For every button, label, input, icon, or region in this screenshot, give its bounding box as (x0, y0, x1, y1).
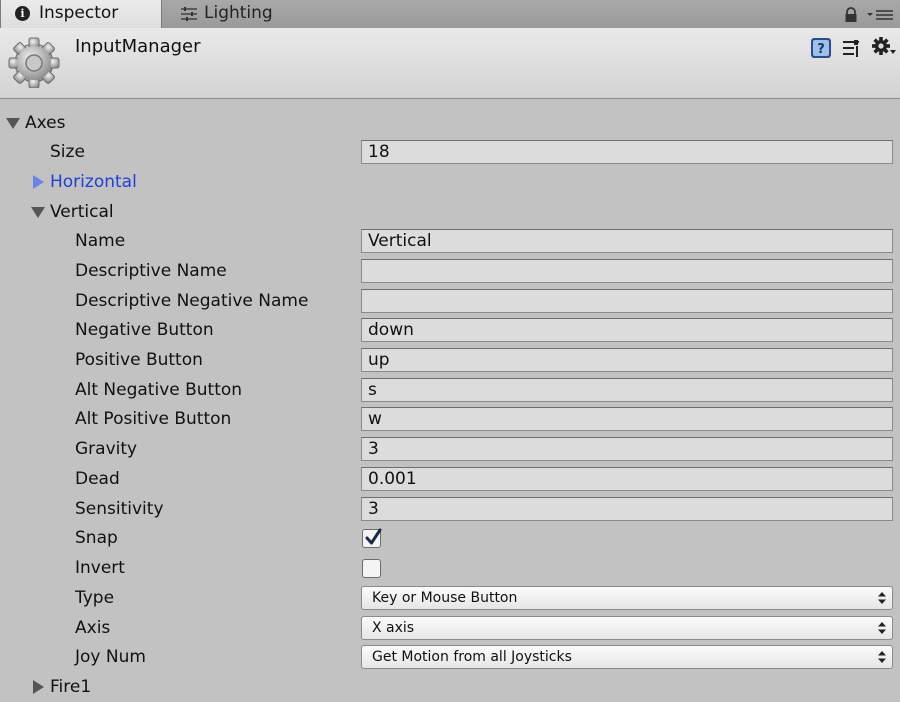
alt-negative-button-label: Alt Negative Button (75, 380, 243, 400)
joy-num-label: Joy Num (75, 647, 146, 667)
vertical-foldout[interactable]: Vertical (0, 197, 900, 227)
type-dropdown[interactable]: Key or Mouse Button (361, 586, 893, 610)
tab-inspector[interactable]: i Inspector (0, 0, 162, 28)
object-title: InputManager (75, 36, 201, 57)
type-label: Type (75, 588, 115, 608)
alt-positive-button-label: Alt Positive Button (75, 409, 232, 429)
gravity-label: Gravity (75, 439, 138, 459)
descriptive-negative-name-label: Descriptive Negative Name (75, 291, 309, 311)
tab-menu-icon[interactable] (866, 8, 894, 22)
negative-button-row: Negative Button down (0, 315, 900, 345)
info-icon: i (15, 6, 30, 21)
axis-dropdown-value: X axis (372, 620, 415, 636)
negative-button-label: Negative Button (75, 320, 214, 340)
inspector-header: InputManager ? (0, 28, 900, 99)
joy-num-row: Joy Num Get Motion from all Joysticks (0, 642, 900, 672)
checkmark-icon (365, 528, 382, 545)
foldout-arrow-icon[interactable] (33, 175, 44, 189)
dropdown-arrows-icon (878, 622, 886, 634)
alt-positive-button-row: Alt Positive Button w (0, 404, 900, 434)
foldout-arrow-icon[interactable] (31, 207, 45, 218)
axis-label: Axis (75, 618, 111, 638)
name-input[interactable]: Vertical (361, 229, 893, 253)
axes-label: Axes (25, 113, 66, 133)
horizontal-label: Horizontal (50, 172, 137, 192)
dead-label: Dead (75, 469, 120, 489)
snap-label: Snap (75, 528, 118, 548)
alt-negative-button-input[interactable]: s (361, 378, 893, 402)
axis-dropdown[interactable]: X axis (361, 616, 893, 640)
size-label: Size (50, 142, 85, 162)
dead-row: Dead 0.001 (0, 464, 900, 494)
tab-lighting-label: Lighting (204, 3, 273, 23)
joy-num-dropdown[interactable]: Get Motion from all Joysticks (361, 645, 893, 669)
gravity-row: Gravity 3 (0, 434, 900, 464)
joy-num-dropdown-value: Get Motion from all Joysticks (372, 649, 572, 665)
gravity-input[interactable]: 3 (361, 437, 893, 461)
tab-lighting[interactable]: Lighting (162, 0, 292, 27)
positive-button-input[interactable]: up (361, 348, 893, 372)
fire1-foldout[interactable]: Fire1 (0, 672, 900, 702)
alt-negative-button-row: Alt Negative Button s (0, 375, 900, 405)
positive-button-row: Positive Button up (0, 345, 900, 375)
foldout-arrow-icon[interactable] (33, 680, 44, 694)
help-icon[interactable]: ? (810, 37, 832, 59)
axes-foldout[interactable]: Axes (0, 108, 900, 138)
tab-inspector-label: Inspector (39, 3, 119, 23)
size-row: Size 18 (0, 137, 900, 167)
sensitivity-row: Sensitivity 3 (0, 494, 900, 524)
snap-row: Snap (0, 523, 900, 553)
positive-button-label: Positive Button (75, 350, 203, 370)
lighting-icon (181, 7, 197, 21)
type-row: Type Key or Mouse Button (0, 583, 900, 613)
invert-row: Invert (0, 553, 900, 583)
name-row: Name Vertical (0, 226, 900, 256)
fire1-label: Fire1 (50, 677, 92, 697)
axis-row: Axis X axis (0, 613, 900, 643)
alt-positive-button-input[interactable]: w (361, 407, 893, 431)
gear-icon (8, 37, 60, 88)
dropdown-arrows-icon (878, 651, 886, 663)
inspector-body: Axes Size 18 Horizontal Vertical Name Ve… (0, 99, 900, 700)
snap-checkbox[interactable] (362, 528, 382, 548)
svg-text:?: ? (817, 42, 825, 57)
settings-gear-icon[interactable] (872, 37, 896, 57)
lock-icon[interactable] (843, 7, 859, 23)
dead-input[interactable]: 0.001 (361, 467, 893, 491)
descriptive-name-row: Descriptive Name (0, 256, 900, 286)
descriptive-negative-name-input[interactable] (361, 289, 893, 313)
invert-checkbox[interactable] (362, 559, 381, 578)
presets-icon[interactable] (842, 38, 862, 58)
descriptive-name-label: Descriptive Name (75, 261, 227, 281)
descriptive-name-input[interactable] (361, 259, 893, 283)
name-label: Name (75, 231, 126, 251)
descriptive-negative-name-row: Descriptive Negative Name (0, 286, 900, 316)
sensitivity-input[interactable]: 3 (361, 497, 893, 521)
dropdown-arrows-icon (878, 592, 886, 604)
foldout-arrow-icon[interactable] (6, 118, 20, 129)
type-dropdown-value: Key or Mouse Button (372, 590, 518, 606)
negative-button-input[interactable]: down (361, 318, 893, 342)
size-input[interactable]: 18 (361, 140, 893, 164)
vertical-label: Vertical (50, 202, 114, 222)
invert-label: Invert (75, 558, 125, 578)
sensitivity-label: Sensitivity (75, 499, 164, 519)
horizontal-foldout[interactable]: Horizontal (0, 167, 900, 197)
tab-strip: i Inspector Lighting (0, 0, 900, 29)
